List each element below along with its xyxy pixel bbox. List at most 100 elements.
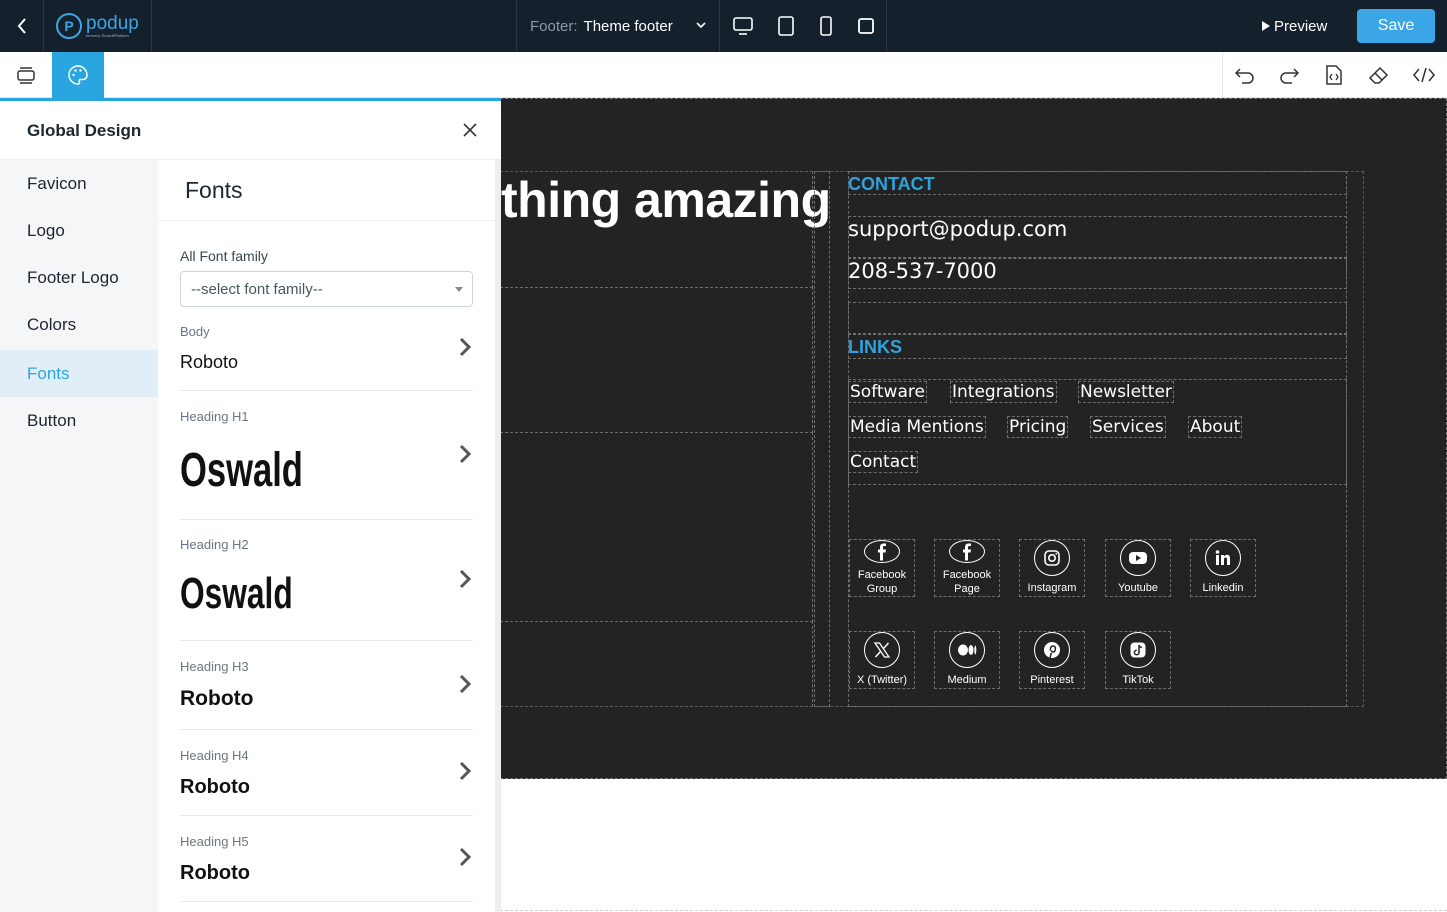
footer-selector-label: Footer: xyxy=(530,17,578,35)
footer-link-newsletter[interactable]: Newsletter xyxy=(1078,381,1174,403)
tablet-icon xyxy=(778,16,794,36)
podup-logo-icon: P xyxy=(56,13,82,39)
nav-item-logo[interactable]: Logo xyxy=(0,207,158,254)
chevron-right-icon xyxy=(459,337,472,357)
logo-word: podup xyxy=(86,12,139,34)
app-logo[interactable]: P podup formerly ShowItPlatform xyxy=(44,0,152,52)
social-linkedin[interactable]: Linkedin xyxy=(1190,539,1256,597)
font-row-heading-h4[interactable]: Heading H4 Roboto xyxy=(180,730,473,816)
contact-email[interactable]: support@podup.com xyxy=(848,217,1067,241)
eraser-icon xyxy=(1368,66,1389,84)
footer-selector-value: Theme footer xyxy=(583,17,673,35)
contact-heading[interactable]: CONTACT xyxy=(848,174,935,195)
social-tiktok[interactable]: TikTok xyxy=(1105,631,1171,689)
code-file-button[interactable] xyxy=(1312,52,1356,98)
layers-icon xyxy=(17,67,35,84)
layers-button[interactable] xyxy=(0,52,52,98)
links-heading[interactable]: LINKS xyxy=(848,337,902,358)
redo-icon xyxy=(1280,68,1300,84)
social-label: Pinterest xyxy=(1030,674,1074,686)
font-row-body[interactable]: Body Roboto xyxy=(180,320,473,391)
device-switcher xyxy=(721,0,887,52)
font-row-value: Roboto xyxy=(180,687,254,710)
font-row-heading-h5[interactable]: Heading H5 Roboto xyxy=(180,816,473,902)
font-row-label: Heading H5 xyxy=(180,834,249,849)
x-icon xyxy=(864,632,900,668)
square-icon xyxy=(858,18,874,34)
social-facebook-group[interactable]: Facebook Group xyxy=(849,539,915,597)
footer-link-about[interactable]: About xyxy=(1188,416,1243,438)
all-font-select[interactable]: --select font family-- xyxy=(180,271,473,307)
font-row-heading-h3[interactable]: Heading H3 Roboto xyxy=(180,641,473,730)
caret-down-icon xyxy=(455,287,463,292)
social-label: Youtube xyxy=(1118,582,1158,594)
chevron-right-icon xyxy=(459,761,472,781)
global-design-button[interactable] xyxy=(52,52,104,98)
editor-toolbar xyxy=(0,52,1447,98)
social-facebook-page[interactable]: Facebook Page xyxy=(934,539,1000,597)
save-button[interactable]: Save xyxy=(1357,9,1435,43)
preview-button[interactable]: Preview xyxy=(1262,14,1327,38)
linkedin-icon xyxy=(1205,540,1241,576)
footer-link-pricing[interactable]: Pricing xyxy=(1007,416,1069,438)
contact-phone[interactable]: 208-537-7000 xyxy=(848,259,997,283)
nav-item-favicon[interactable]: Favicon xyxy=(0,160,158,207)
fullscreen-view-button[interactable] xyxy=(846,0,886,52)
links-title-box xyxy=(848,334,1347,359)
chevron-right-icon xyxy=(459,847,472,867)
font-row-heading-h1[interactable]: Heading H1 Oswald xyxy=(180,391,473,520)
font-row-value: Roboto xyxy=(180,776,250,798)
close-button[interactable] xyxy=(458,118,482,142)
footer-link-software[interactable]: Software xyxy=(848,381,927,403)
social-label: TikTok xyxy=(1122,674,1154,686)
nav-item-button[interactable]: Button xyxy=(0,397,158,444)
font-row-heading-h2[interactable]: Heading H2 Oswald xyxy=(180,520,473,641)
medium-icon xyxy=(949,632,985,668)
fonts-settings: Fonts All Font family --select font fami… xyxy=(158,160,495,912)
footer-link-integrations[interactable]: Integrations xyxy=(950,381,1057,403)
chevron-down-icon xyxy=(696,22,706,29)
undo-button[interactable] xyxy=(1223,52,1267,98)
eraser-button[interactable] xyxy=(1357,52,1401,98)
editor-canvas: thing amazing CONTACT support@podup.com … xyxy=(500,98,1447,912)
nav-item-fonts[interactable]: Fonts xyxy=(0,350,158,397)
mobile-view-button[interactable] xyxy=(806,0,846,52)
footer-link-contact[interactable]: Contact xyxy=(848,451,919,473)
footer-section[interactable]: thing amazing CONTACT support@podup.com … xyxy=(500,98,1447,779)
all-font-placeholder: --select font family-- xyxy=(191,280,323,298)
social-label: Medium xyxy=(947,674,987,686)
fonts-header: Fonts xyxy=(158,160,495,221)
design-side-nav: Favicon Logo Footer Logo Colors Fonts Bu… xyxy=(0,160,158,912)
panel-header: Global Design xyxy=(0,101,501,160)
chevron-right-icon xyxy=(459,569,472,589)
social-x-twitter[interactable]: X (Twitter) xyxy=(849,631,915,689)
font-row-value: Roboto xyxy=(180,862,250,884)
undo-icon xyxy=(1234,68,1254,84)
footer-link-services[interactable]: Services xyxy=(1090,416,1166,438)
all-font-label: All Font family xyxy=(180,248,268,264)
panel-scrollbar[interactable] xyxy=(495,160,501,912)
nav-item-footer-logo[interactable]: Footer Logo xyxy=(0,254,158,301)
global-design-panel: Global Design Favicon Logo Footer Logo C… xyxy=(0,98,501,912)
social-pinterest[interactable]: Pinterest xyxy=(1019,631,1085,689)
social-instagram[interactable]: Instagram xyxy=(1019,539,1085,597)
instagram-icon xyxy=(1034,540,1070,576)
footer-link-media-mentions[interactable]: Media Mentions xyxy=(848,416,986,438)
nav-item-colors[interactable]: Colors xyxy=(0,301,158,348)
footer-selector[interactable]: Footer: Theme footer xyxy=(516,0,720,52)
font-row-label: Heading H2 xyxy=(180,537,249,552)
code-view-button[interactable] xyxy=(1402,52,1446,98)
redo-button[interactable] xyxy=(1267,52,1311,98)
code-icon xyxy=(1413,67,1435,83)
facebook-icon xyxy=(864,540,900,563)
close-icon xyxy=(463,123,477,137)
desktop-view-button[interactable] xyxy=(723,0,763,52)
facebook-icon xyxy=(949,540,985,563)
social-medium[interactable]: Medium xyxy=(934,631,1000,689)
chevron-left-icon xyxy=(17,18,26,34)
tablet-view-button[interactable] xyxy=(766,0,806,52)
social-label: Facebook Group xyxy=(857,569,907,595)
back-button[interactable] xyxy=(0,0,44,52)
social-youtube[interactable]: Youtube xyxy=(1105,539,1171,597)
social-label: Linkedin xyxy=(1202,582,1244,594)
